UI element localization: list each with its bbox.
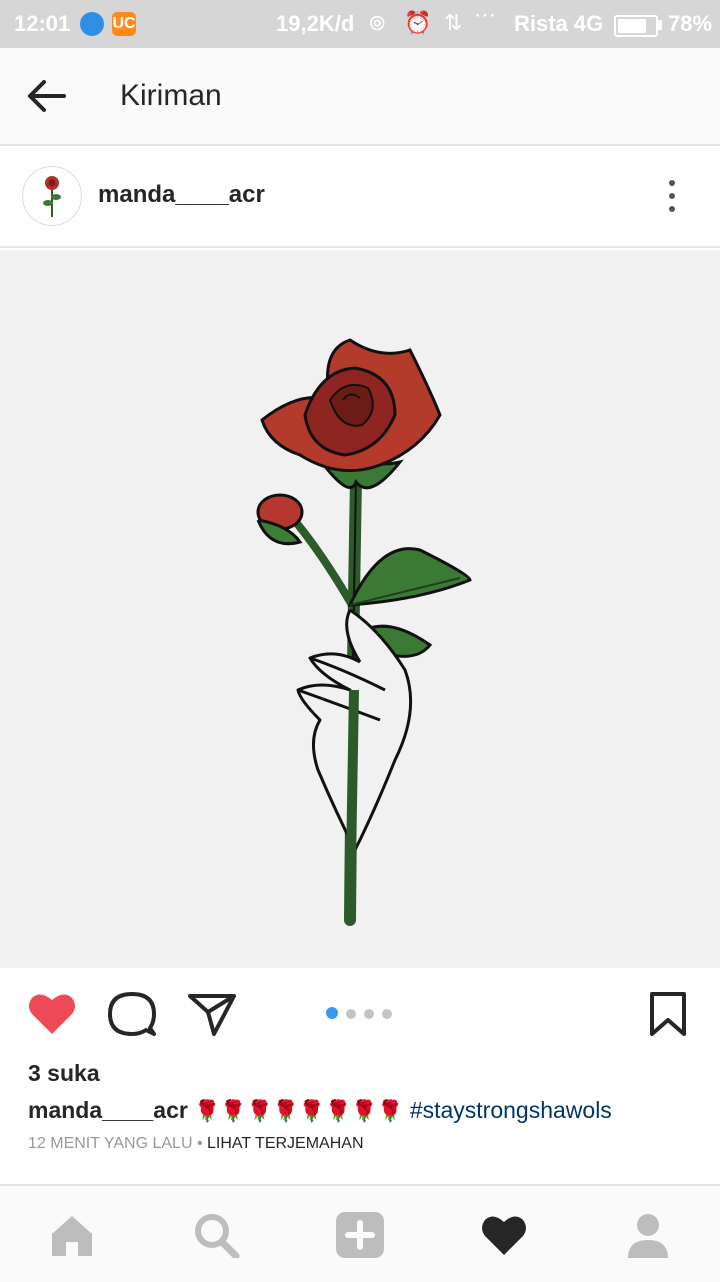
home-icon[interactable] — [48, 1212, 96, 1258]
carousel-dot-active — [326, 1007, 338, 1019]
battery-icon — [614, 15, 658, 37]
share-icon[interactable] — [186, 990, 238, 1038]
rose-illustration — [256, 338, 472, 926]
status-time: 12:01 — [14, 11, 71, 36]
rose-avatar-icon — [43, 176, 61, 217]
post-time: 12 MENIT YANG LALU — [28, 1135, 193, 1152]
top-app-bar: Kiriman — [0, 48, 720, 146]
carousel-dot — [364, 1009, 374, 1019]
post-username[interactable]: manda____acr — [98, 181, 265, 209]
network-speed: 19,2K/d — [276, 11, 355, 36]
see-translation-link[interactable]: LIHAT TERJEMAHAN — [207, 1135, 363, 1152]
caption-username[interactable]: manda____acr — [28, 1097, 188, 1123]
bookmark-icon[interactable] — [646, 990, 690, 1038]
uc-browser-icon: UC — [112, 12, 136, 36]
search-icon[interactable] — [192, 1212, 240, 1258]
battery-percent: 78% — [668, 11, 713, 36]
meta-separator: • — [192, 1135, 208, 1152]
data-transfer-icon: ⇅ — [444, 10, 463, 35]
like-heart-icon[interactable] — [26, 990, 78, 1038]
carousel-dot — [382, 1009, 392, 1019]
comment-icon[interactable] — [106, 990, 158, 1038]
post-header: manda____acr — [0, 146, 720, 248]
signal-icon: ⋯ — [474, 2, 496, 27]
post-actions — [0, 968, 720, 1056]
carousel-dot — [346, 1009, 356, 1019]
browser-app-icon — [80, 12, 104, 36]
carousel-indicator — [326, 1006, 400, 1019]
battery-tip — [658, 20, 662, 30]
alarm-icon: ⏰ — [404, 10, 432, 35]
avatar[interactable] — [22, 166, 82, 226]
activity-heart-icon[interactable] — [480, 1212, 528, 1258]
post-caption: manda____acr 🌹🌹🌹🌹🌹🌹🌹🌹 #staystrongshawols — [28, 1097, 612, 1124]
bottom-navigation — [0, 1184, 720, 1282]
add-post-icon[interactable] — [336, 1212, 384, 1258]
caption-emoji: 🌹🌹🌹🌹🌹🌹🌹🌹 — [194, 1100, 404, 1123]
like-count[interactable]: 3 suka — [28, 1060, 100, 1087]
carrier-name: Rista 4G — [514, 11, 604, 36]
caption-hashtag[interactable]: #staystrongshawols — [410, 1097, 612, 1123]
more-vertical-icon[interactable] — [664, 180, 680, 214]
arrow-left-icon[interactable] — [24, 76, 68, 116]
post-image[interactable] — [0, 250, 720, 968]
post-meta: 12 MENIT YANG LALU • LIHAT TERJEMAHAN — [28, 1135, 364, 1153]
status-bar: 12:01 UC 19,2K/d ⊚ ⏰ ⇅ ⋯ Rista 4G 78% — [0, 0, 720, 48]
page-title: Kiriman — [120, 79, 222, 112]
hotspot-icon: ⊚ — [368, 10, 387, 35]
profile-icon[interactable] — [624, 1212, 672, 1258]
